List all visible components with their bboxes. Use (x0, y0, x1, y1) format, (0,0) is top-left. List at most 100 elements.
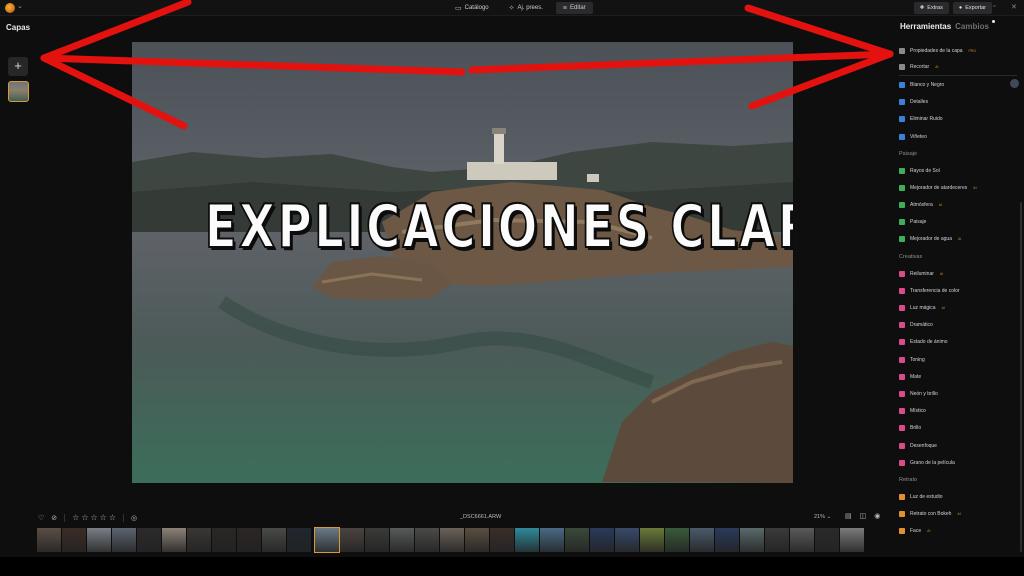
filmstrip-thumbnail[interactable] (740, 528, 764, 552)
tool-item[interactable]: Desenfoque (899, 437, 1017, 454)
filmstrip-thumbnail[interactable] (440, 528, 464, 552)
tool-item[interactable]: Propiedades de la capa PRO (899, 42, 1017, 59)
tool-item[interactable]: Mate (899, 368, 1017, 385)
color-label-icon[interactable]: ◎ (131, 514, 137, 522)
tool-item[interactable]: Grano de la película (899, 454, 1017, 471)
mode-tabs: ▭ Catálogo ✧ Aj. prees. ≡ Editar (448, 2, 593, 14)
tool-item[interactable]: Neón y brillo (899, 385, 1017, 402)
star-icon[interactable]: ☆ (81, 513, 88, 522)
filmstrip-thumbnail[interactable] (765, 528, 789, 552)
tool-item[interactable]: Transferencia de color (899, 282, 1017, 299)
filmstrip-thumbnail[interactable] (790, 528, 814, 552)
tool-item[interactable]: Rayos de Sol (899, 162, 1017, 179)
compare-icon[interactable]: ◫ (860, 512, 867, 520)
tab-presets[interactable]: ✧ Aj. prees. (502, 2, 550, 14)
filmstrip-thumbnail[interactable] (615, 528, 639, 552)
plus-icon: ✚ (919, 5, 925, 11)
close-icon[interactable]: ✕ (1011, 3, 1017, 11)
tab-catalog[interactable]: ▭ Catálogo (448, 2, 496, 14)
star-icon[interactable]: ☆ (72, 513, 79, 522)
reject-icon[interactable]: ⊘ (51, 514, 57, 522)
star-icon[interactable]: ☆ (91, 513, 98, 522)
tool-item[interactable]: Eliminar Ruido (899, 111, 1017, 128)
filmstrip-thumbnail[interactable] (162, 528, 186, 552)
layer-thumbnail[interactable] (8, 81, 29, 102)
tool-badge: AI (957, 237, 962, 242)
tool-item[interactable]: Dramático (899, 317, 1017, 334)
filmstrip-thumbnail[interactable] (314, 527, 340, 553)
filmstrip-thumbnail[interactable] (365, 528, 389, 552)
filmstrip-thumbnail[interactable] (37, 528, 61, 552)
grid-view-icon[interactable]: ▤ (845, 512, 852, 520)
extras-label: Extras (927, 5, 943, 11)
filmstrip-thumbnail[interactable] (187, 528, 211, 552)
tool-badge: PRO (968, 48, 977, 53)
filmstrip-thumbnail[interactable] (287, 528, 311, 552)
filmstrip-thumbnail[interactable] (815, 528, 839, 552)
filmstrip-thumbnail[interactable] (590, 528, 614, 552)
tab-tools[interactable]: Herramientas (900, 22, 951, 31)
filmstrip-thumbnail[interactable] (490, 528, 514, 552)
tool-item[interactable]: Toning (899, 351, 1017, 368)
tool-label: Viñeteo (910, 133, 927, 140)
tool-item[interactable]: Detalles (899, 94, 1017, 111)
tab-changes[interactable]: Cambios (955, 22, 989, 31)
tool-item[interactable]: Atmósfera AI (899, 197, 1017, 214)
tool-icon (899, 167, 905, 174)
tool-item[interactable]: Retrato con Bokeh AI (899, 506, 1017, 523)
tool-label: Grano de la película (910, 459, 955, 466)
tool-item[interactable]: Estado de ánimo (899, 334, 1017, 351)
tool-icon (899, 511, 905, 518)
tool-item[interactable]: Mejorador de agua AI (899, 231, 1017, 248)
star-icon[interactable]: ☆ (100, 513, 107, 522)
filmstrip-thumbnail[interactable] (665, 528, 689, 552)
tool-item[interactable]: Místico (899, 403, 1017, 420)
filmstrip-thumbnail[interactable] (237, 528, 261, 552)
maximize-icon[interactable]: ▫ (993, 3, 995, 10)
filmstrip-thumbnail[interactable] (340, 528, 364, 552)
filmstrip-thumbnail[interactable] (465, 528, 489, 552)
extras-button[interactable]: ✚ Extras (913, 2, 949, 14)
filmstrip-thumbnail[interactable] (137, 528, 161, 552)
tool-item[interactable]: Viñeteo (899, 128, 1017, 145)
filmstrip-thumbnail[interactable] (87, 528, 111, 552)
star-rating[interactable]: ☆ ☆ ☆ ☆ ☆ (72, 513, 116, 522)
filmstrip-thumbnail[interactable] (212, 528, 236, 552)
filmstrip-thumbnail[interactable] (262, 528, 286, 552)
add-layer-button[interactable]: + (8, 57, 28, 76)
filmstrip-thumbnail[interactable] (515, 528, 539, 552)
tool-item[interactable]: Reiluminar AI (899, 265, 1017, 282)
filmstrip-thumbnail[interactable] (715, 528, 739, 552)
heart-icon[interactable]: ♡ (38, 514, 44, 522)
filmstrip-thumbnail[interactable] (640, 528, 664, 552)
filmstrip-thumbnail[interactable] (565, 528, 589, 552)
filmstrip-thumbnail[interactable] (690, 528, 714, 552)
photo-canvas[interactable]: EXPLICACIONES CLARAS (132, 42, 793, 483)
minimize-icon[interactable]: – (975, 3, 979, 10)
tools-scrollbar[interactable] (1020, 202, 1022, 552)
export-button[interactable]: ● Exportar (952, 2, 992, 14)
filmstrip-thumbnail[interactable] (390, 528, 414, 552)
chevron-down-icon[interactable]: ⌄ (17, 2, 23, 10)
tool-item[interactable]: Face AI (899, 523, 1017, 540)
tool-item[interactable]: Brillo (899, 420, 1017, 437)
filmstrip-thumbnail[interactable] (112, 528, 136, 552)
tool-icon (899, 236, 905, 243)
tool-item[interactable]: Recortar AI (899, 59, 1017, 77)
eye-icon[interactable]: ◉ (874, 512, 880, 520)
tool-icon (899, 270, 905, 277)
tool-item[interactable]: Luz de estudio (899, 488, 1017, 505)
filmstrip-thumbnail[interactable] (540, 528, 564, 552)
tool-icon (899, 459, 905, 466)
star-icon[interactable]: ☆ (109, 513, 116, 522)
app-logo-icon[interactable] (5, 3, 15, 13)
tool-item[interactable]: Mejorador de atardeceres AI (899, 179, 1017, 196)
filmstrip-thumbnail[interactable] (62, 528, 86, 552)
filmstrip-thumbnail[interactable] (415, 528, 439, 552)
tab-edit[interactable]: ≡ Editar (555, 2, 593, 14)
zoom-level[interactable]: 21% ⌄ (814, 514, 831, 520)
tool-item[interactable]: Luz mágica AI (899, 299, 1017, 316)
filmstrip-thumbnail[interactable] (840, 528, 864, 552)
tool-item[interactable]: Blanco y Negro (899, 76, 1017, 93)
tool-item[interactable]: Paisaje (899, 214, 1017, 231)
